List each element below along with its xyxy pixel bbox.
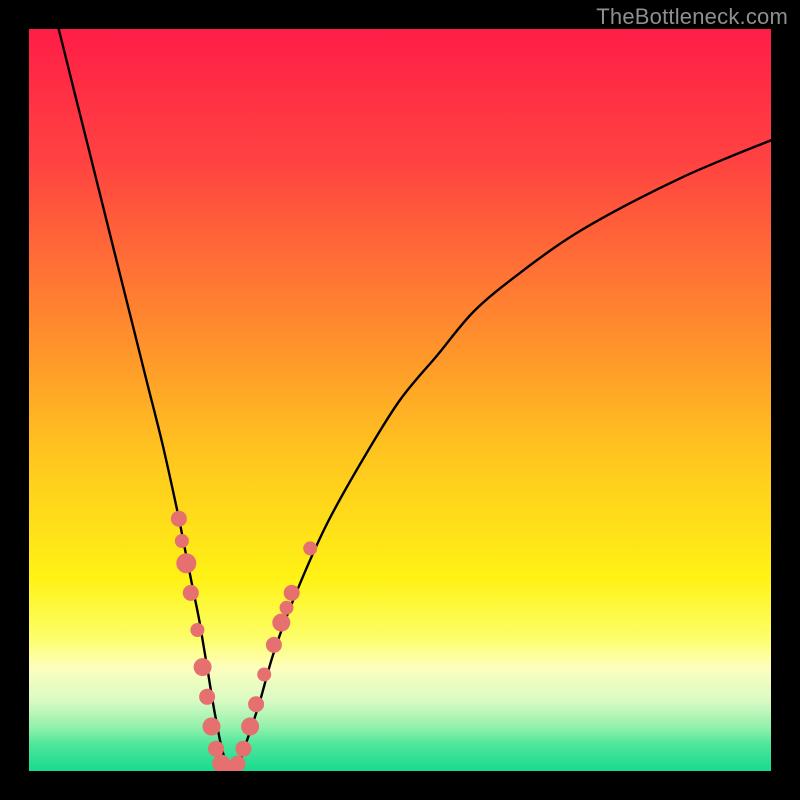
highlight-dot — [230, 756, 246, 771]
highlight-dot — [208, 741, 224, 757]
highlight-dot — [284, 585, 300, 601]
highlight-dot — [171, 511, 187, 527]
highlight-dot — [203, 718, 221, 736]
highlight-dot — [272, 614, 290, 632]
highlight-dot — [303, 541, 317, 555]
highlight-dot — [280, 601, 294, 615]
highlight-dot — [190, 623, 204, 637]
highlight-dot — [194, 658, 212, 676]
highlight-dot — [241, 718, 259, 736]
chart-svg — [29, 29, 771, 771]
highlight-dot — [235, 741, 251, 757]
plot-area — [29, 29, 771, 771]
highlight-dot — [176, 553, 196, 573]
watermark-text: TheBottleneck.com — [596, 4, 788, 30]
highlight-dots-group — [171, 511, 317, 771]
highlight-dot — [183, 585, 199, 601]
highlight-dot — [266, 637, 282, 653]
highlight-dot — [248, 696, 264, 712]
highlight-dot — [257, 668, 271, 682]
highlight-dot — [199, 689, 215, 705]
chart-frame: TheBottleneck.com — [0, 0, 800, 800]
highlight-dot — [175, 534, 189, 548]
bottleneck-curve — [59, 29, 771, 771]
